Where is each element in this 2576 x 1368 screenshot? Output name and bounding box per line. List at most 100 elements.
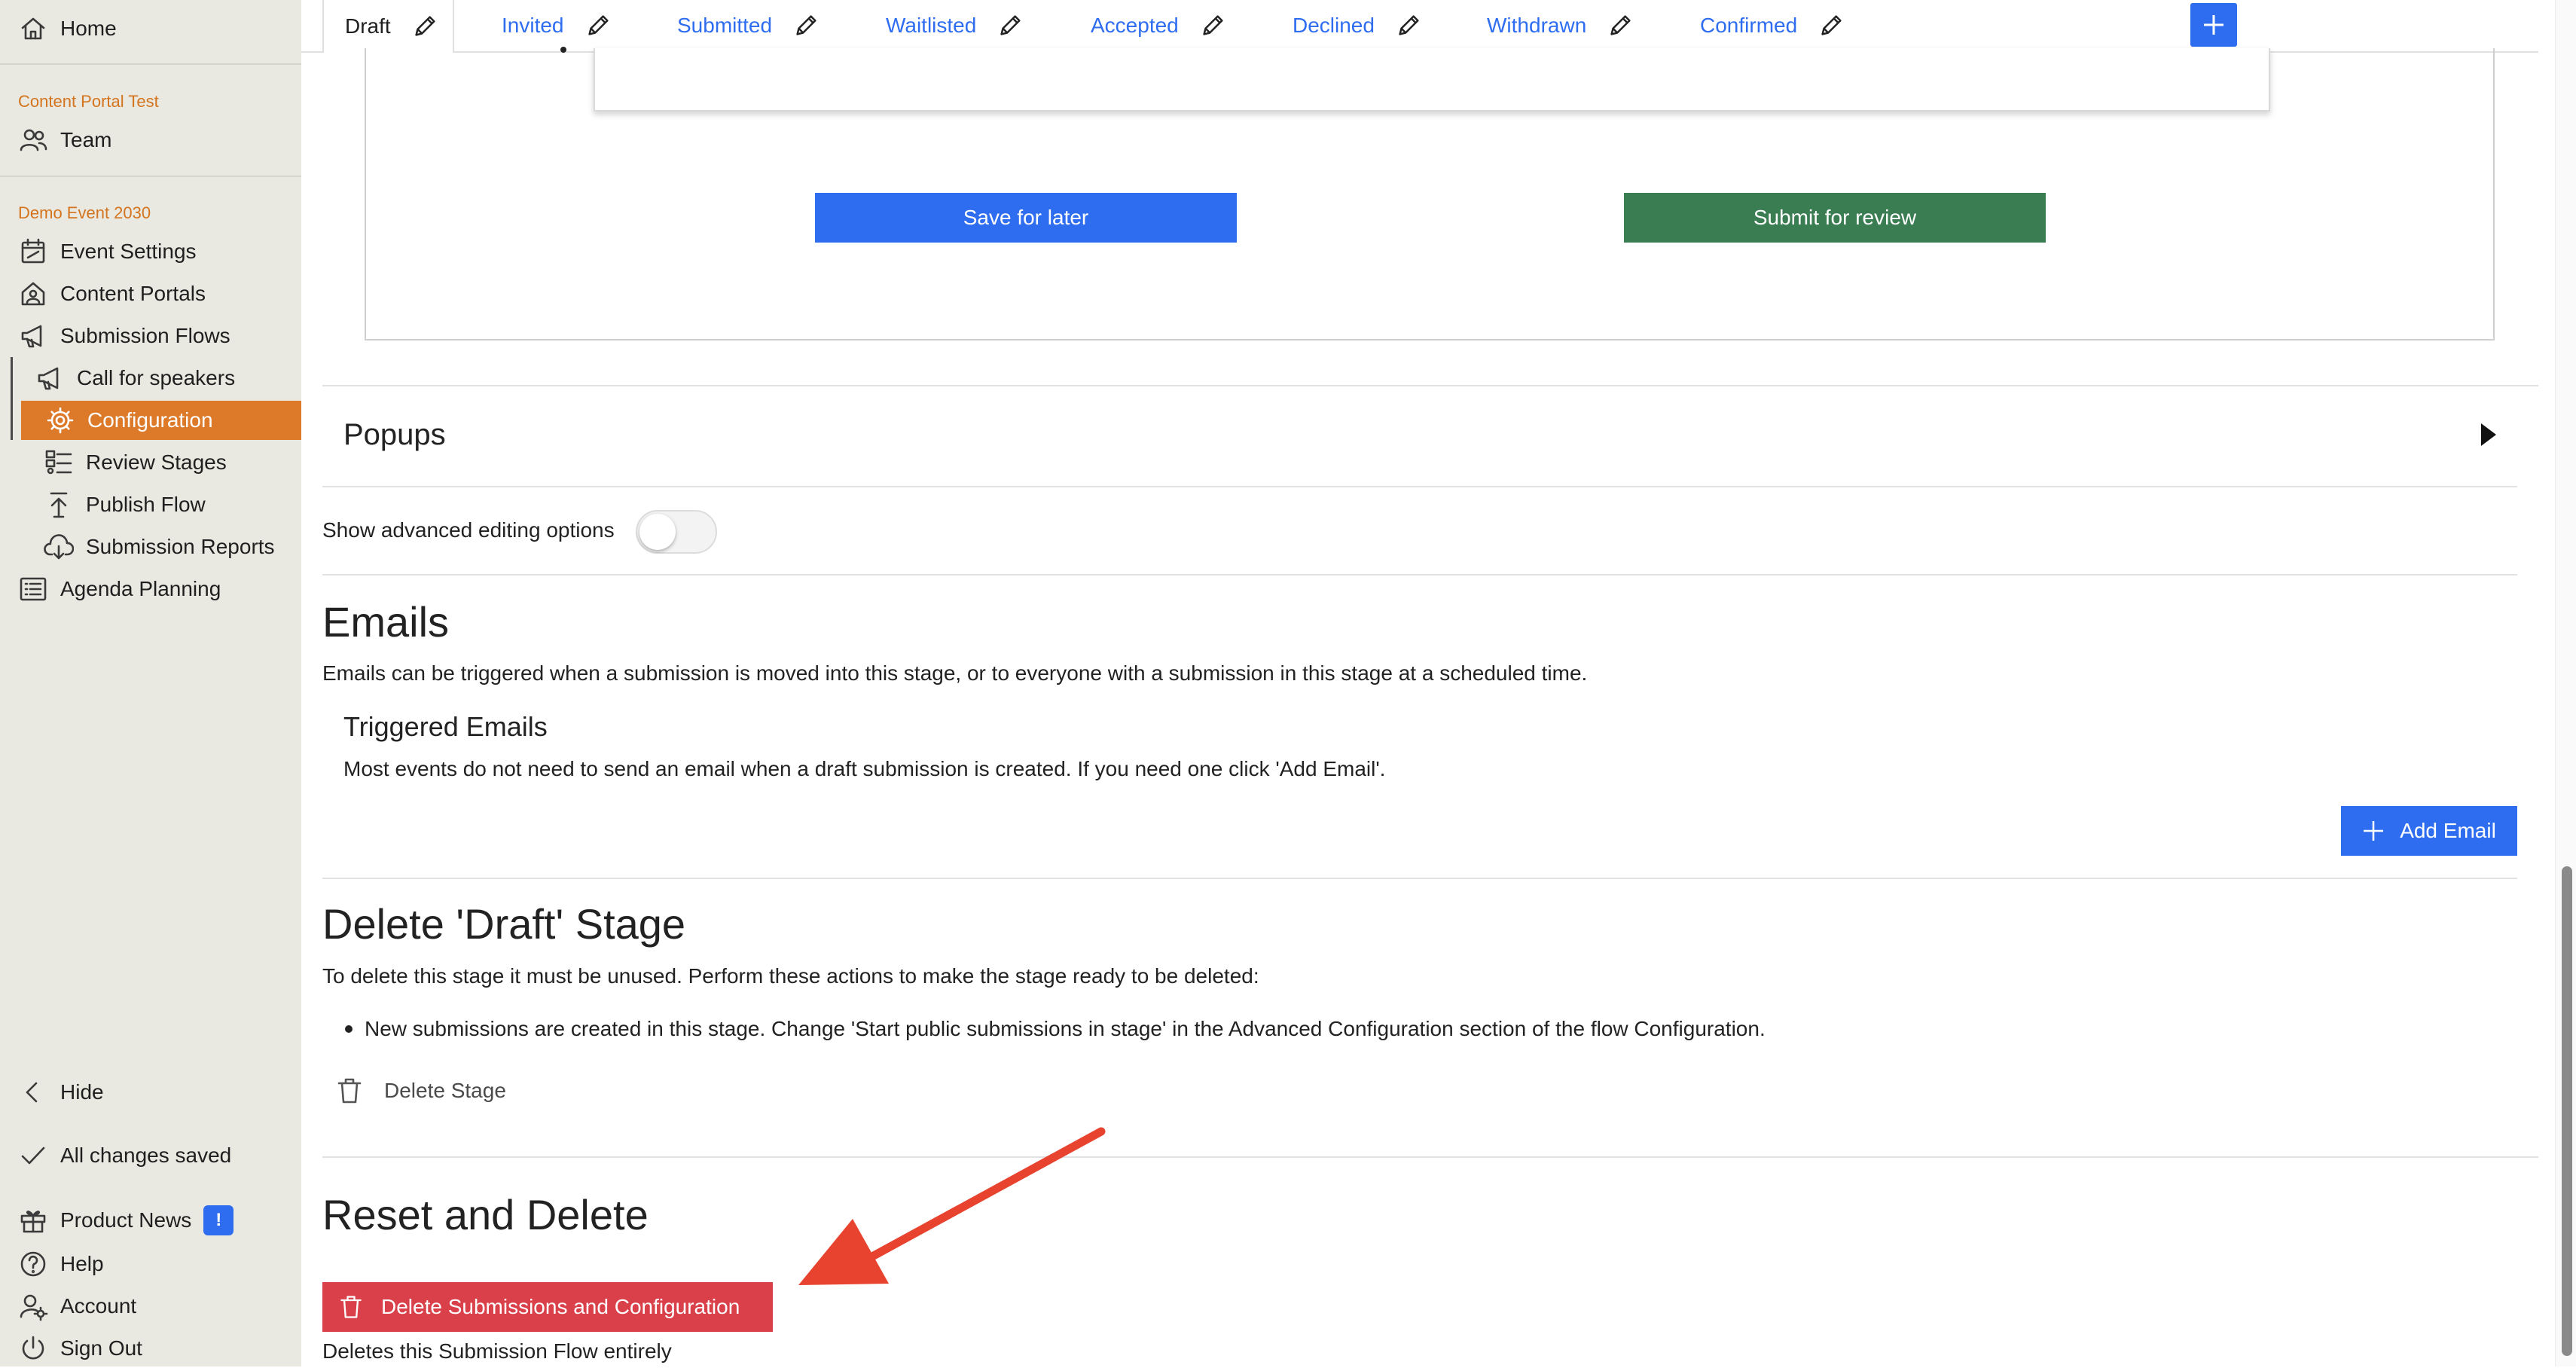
delete-submissions-label: Delete Submissions and Configuration [381,1295,740,1318]
sidebar-divider [0,176,301,177]
megaphone-icon [21,325,42,348]
sidebar-item-label: Product News [60,1208,192,1232]
popups-section-toggle[interactable]: Popups [322,386,2538,486]
sidebar-item-label: Content Portals [60,282,206,305]
save-for-later-button[interactable]: Save for later [815,193,1237,243]
sidebar-item-label: Account [60,1294,137,1318]
section-label-event: Demo Event 2030 [18,203,151,222]
power-icon [22,1336,44,1360]
emails-heading: Emails [322,598,450,646]
sidebar-item-call-for-speakers[interactable]: Call for speakers [35,359,235,398]
hide-label: Hide [60,1080,104,1104]
divider [322,1156,2538,1158]
list-icon [20,577,47,601]
delete-stage-heading: Delete 'Draft' Stage [322,900,686,948]
sidebar-item-review-stages[interactable]: Review Stages [44,443,227,482]
sidebar: Home Content Portal Test Team Demo Event… [0,0,301,1366]
reset-delete-note: Deletes this Submission Flow entirely [322,1339,672,1363]
pencil-icon[interactable] [1394,11,1423,40]
tab-label: Submitted [677,14,773,37]
gift-icon [20,1211,46,1233]
section-label-portal: Content Portal Test [18,92,159,111]
sidebar-item-event-settings[interactable]: Event Settings [18,232,197,271]
plus-icon [2204,15,2223,35]
sidebar-item-home[interactable]: Home [18,9,117,48]
trash-icon [337,1078,362,1104]
popups-title: Popups [343,418,446,451]
divider [322,878,2517,879]
portal-icon [21,282,45,306]
tab-declined[interactable]: Declined [1293,0,1423,51]
chevron-left-icon [26,1082,38,1103]
hide-sidebar-button[interactable]: Hide [18,1073,104,1112]
delete-submissions-configuration-button[interactable]: Delete Submissions and Configuration [322,1282,773,1332]
cloud-download-icon [44,534,74,560]
stages-icon [45,450,72,475]
emails-description: Emails can be triggered when a submissio… [322,661,1588,685]
sidebar-item-sign-out[interactable]: Sign Out [18,1329,142,1368]
sidebar-item-label: Sign Out [60,1336,142,1360]
sidebar-item-label: Review Stages [86,450,227,474]
add-email-button[interactable]: Add Email [2341,806,2517,856]
sidebar-item-content-portals[interactable]: Content Portals [18,274,206,313]
delete-stage-label: Delete Stage [384,1079,506,1102]
sidebar-item-help[interactable]: Help [18,1244,104,1284]
pencil-icon[interactable] [411,12,439,41]
calendar-icon [21,238,45,264]
reset-delete-heading: Reset and Delete [322,1191,649,1238]
bullet-dot [560,47,566,53]
annotation-arrow-icon [798,1127,1106,1285]
divider [322,574,2517,576]
sidebar-item-label: Configuration [87,408,213,432]
pencil-icon[interactable] [1198,11,1227,40]
delete-stage-requirement: New submissions are created in this stag… [365,1017,1766,1040]
tab-label: Withdrawn [1487,14,1587,37]
account-icon [20,1294,48,1321]
sidebar-item-product-news[interactable]: Product News ! [18,1201,234,1240]
advanced-toggle-label: Show advanced editing options [322,518,615,542]
tab-submitted[interactable]: Submitted [677,0,820,51]
tab-accepted[interactable]: Accepted [1091,0,1227,51]
megaphone-icon [38,367,59,390]
triggered-emails-heading: Triggered Emails [343,711,548,742]
tab-confirmed[interactable]: Confirmed [1700,0,1845,51]
tab-label: Invited [502,14,564,37]
tab-waitlisted[interactable]: Waitlisted [886,0,1024,51]
caret-right-icon [2481,423,2496,446]
add-stage-button[interactable] [2190,3,2237,47]
sidebar-item-label: Team [60,128,112,151]
advanced-editing-toggle[interactable] [636,510,717,554]
delete-stage-intro: To delete this stage it must be unused. … [322,964,1259,988]
home-icon [21,17,45,40]
submit-for-review-button[interactable]: Submit for review [1624,193,2046,243]
sidebar-item-account[interactable]: Account [18,1287,136,1326]
sidebar-item-team[interactable]: Team [18,121,111,160]
save-status-label: All changes saved [60,1144,232,1167]
sidebar-item-label: Home [60,17,117,40]
tab-invited[interactable]: Invited [502,0,612,51]
tree-guide-line [11,357,13,440]
sidebar-item-label: Submission Reports [86,535,275,558]
tab-label: Declined [1293,14,1375,37]
sidebar-item-submission-flows[interactable]: Submission Flows [18,316,230,356]
pencil-icon[interactable] [1817,11,1845,40]
sidebar-item-label: Submission Flows [60,324,230,347]
delete-stage-button[interactable]: Delete Stage [334,1071,506,1110]
scrollbar-track[interactable] [2555,0,2576,1366]
pencil-icon[interactable] [792,11,820,40]
tab-withdrawn[interactable]: Withdrawn [1487,0,1634,51]
sidebar-item-publish-flow[interactable]: Publish Flow [44,485,206,524]
pencil-icon[interactable] [1606,11,1634,40]
tab-label: Draft [345,14,391,38]
sidebar-item-label: Agenda Planning [60,577,221,600]
tab-label: Accepted [1091,14,1179,37]
sidebar-item-configuration[interactable]: Configuration [21,401,301,440]
save-status: All changes saved [18,1136,231,1175]
pencil-icon[interactable] [584,11,612,40]
scrollbar-thumb[interactable] [2562,866,2572,1356]
sidebar-item-agenda-planning[interactable]: Agenda Planning [18,569,221,609]
tab-label: Waitlisted [886,14,977,37]
pencil-icon[interactable] [996,11,1024,40]
sidebar-item-submission-reports[interactable]: Submission Reports [44,527,275,566]
tab-draft[interactable]: Draft [322,0,454,53]
